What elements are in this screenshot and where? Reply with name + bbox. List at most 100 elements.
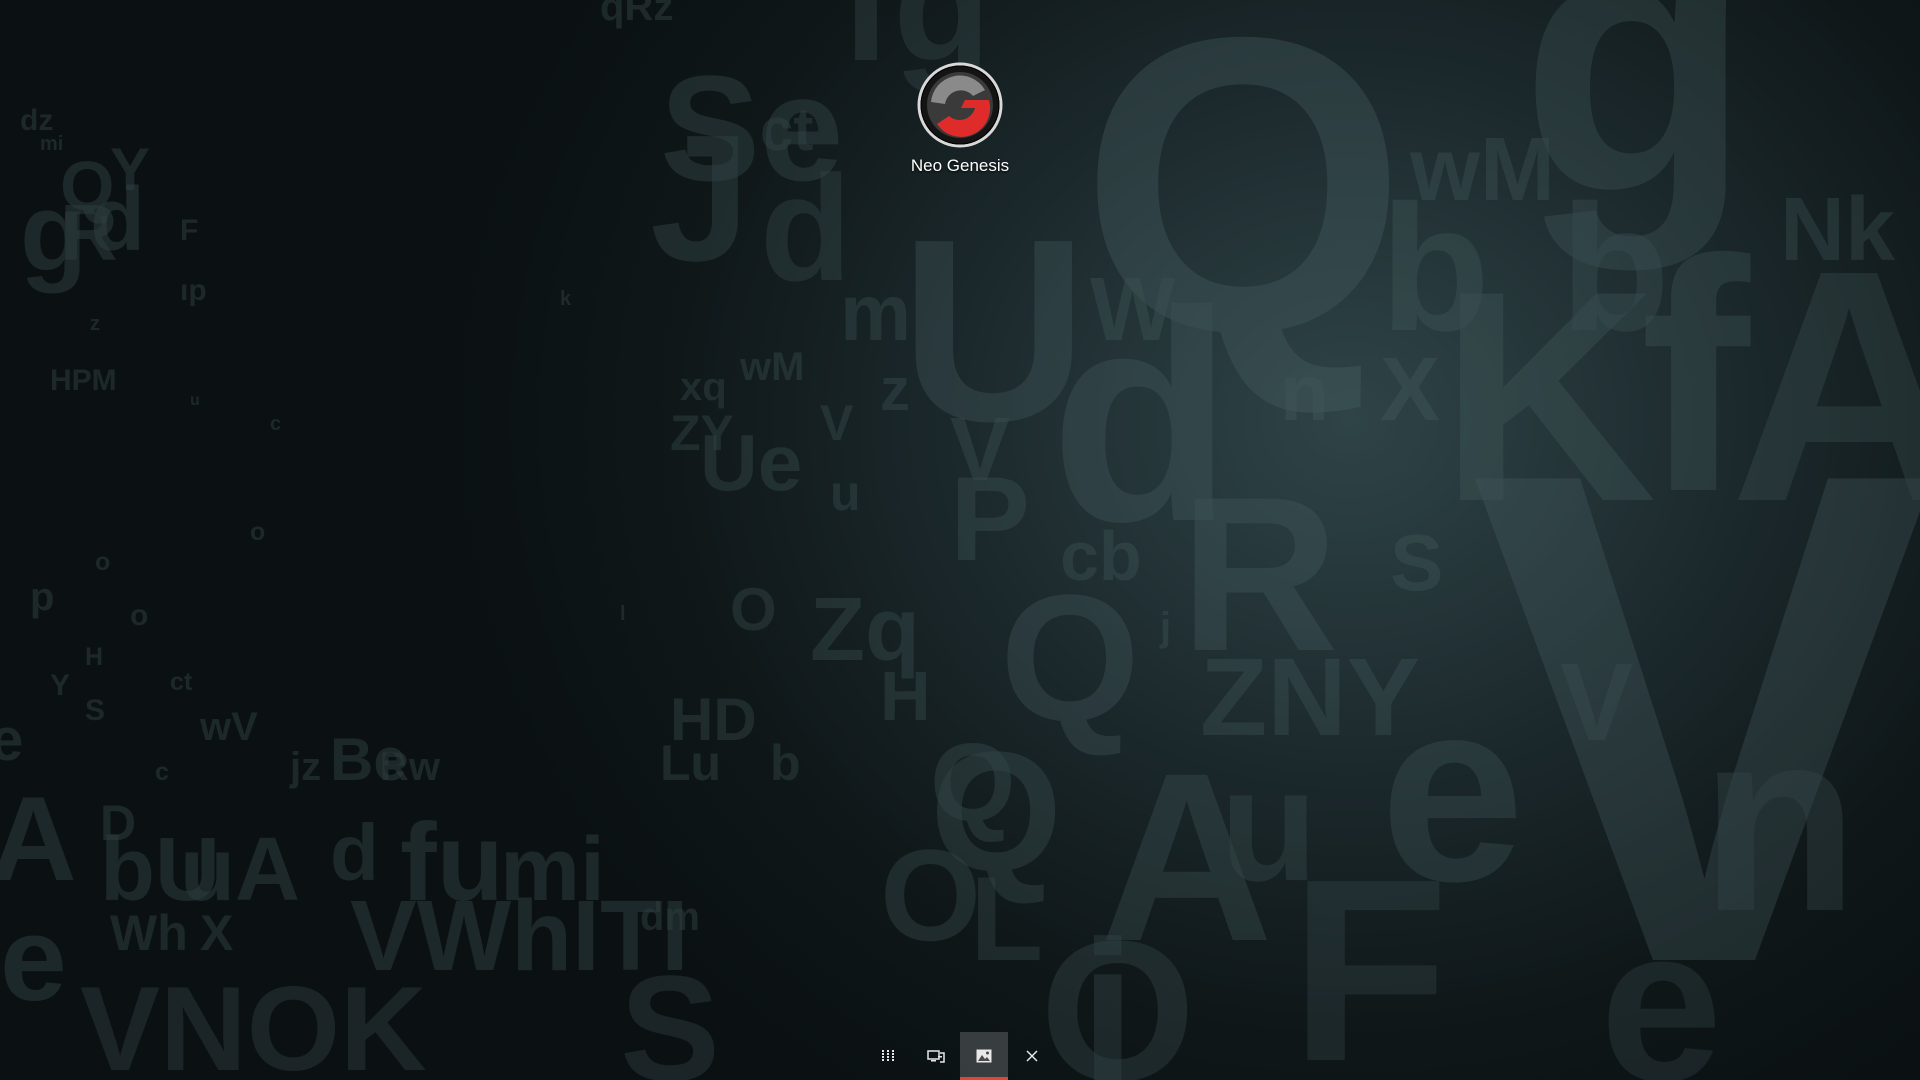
svg-text:P: P: [950, 452, 1030, 586]
svg-text:z: z: [90, 313, 100, 335]
svg-text:V: V: [950, 400, 1010, 500]
svg-text:X: X: [200, 905, 233, 961]
svg-text:b: b: [770, 735, 801, 791]
svg-text:D: D: [100, 795, 136, 851]
svg-text:cb: cb: [1060, 517, 1142, 595]
display-switch-button[interactable]: [912, 1032, 960, 1080]
shortcut-label: Neo Genesis: [910, 156, 1010, 175]
svg-text:c: c: [270, 413, 281, 435]
svg-text:Nk: Nk: [1780, 180, 1896, 280]
svg-text:qRz: qRz: [600, 0, 673, 29]
svg-text:L: L: [970, 852, 1043, 986]
svg-text:b: b: [1380, 168, 1490, 369]
svg-text:U: U: [900, 186, 1088, 476]
svg-text:R: R: [1180, 451, 1339, 697]
svg-text:ZY: ZY: [670, 405, 734, 461]
svg-text:Wh: Wh: [110, 905, 188, 961]
svg-text:g: g: [1520, 0, 1752, 273]
svg-text:l: l: [620, 603, 626, 625]
svg-text:Q: Q: [1000, 558, 1140, 759]
svg-text:o: o: [95, 548, 110, 576]
svg-text:K: K: [1440, 228, 1657, 564]
svg-text:d: d: [90, 170, 145, 270]
svg-text:J: J: [650, 98, 750, 299]
svg-text:Rw: Rw: [380, 745, 441, 789]
svg-text:Y: Y: [50, 669, 70, 702]
svg-text:S: S: [85, 694, 105, 727]
svg-text:H: H: [85, 643, 103, 671]
app-grid-button[interactable]: [864, 1032, 912, 1080]
svg-text:j: j: [1159, 605, 1171, 649]
close-icon: [1026, 1050, 1038, 1062]
svg-text:O: O: [880, 822, 981, 968]
svg-text:d: d: [760, 144, 852, 312]
svg-text:Q: Q: [60, 147, 114, 225]
svg-text:F: F: [180, 214, 198, 247]
svg-text:b: b: [1560, 168, 1670, 369]
image-icon: [976, 1049, 992, 1063]
svg-text:W: W: [1090, 260, 1175, 360]
taskbar: [0, 1032, 1920, 1080]
svg-text:Q: Q: [1080, 0, 1407, 420]
svg-text:uA: uA: [180, 820, 300, 920]
image-viewer-button[interactable]: [960, 1032, 1008, 1080]
svg-text:A: A: [1730, 201, 1920, 570]
svg-text:V: V: [1560, 641, 1633, 764]
svg-text:jz: jz: [289, 745, 321, 789]
svg-text:HD: HD: [670, 686, 757, 753]
svg-text:u: u: [830, 465, 861, 521]
svg-text:u: u: [1220, 735, 1318, 914]
svg-text:c: c: [155, 758, 169, 786]
svg-text:n: n: [1280, 348, 1329, 437]
svg-text:O: O: [730, 576, 777, 643]
svg-text:fu: fu: [400, 801, 504, 924]
svg-text:e: e: [0, 892, 67, 1026]
svg-text:Q: Q: [930, 721, 1016, 844]
svg-text:dz: dz: [20, 104, 53, 137]
neo-genesis-logo-icon: [917, 62, 1003, 148]
svg-text:V: V: [1470, 327, 1920, 1080]
svg-text:wM: wM: [739, 345, 804, 389]
svg-text:VWhITI: VWhITI: [350, 880, 689, 992]
svg-text:wV: wV: [199, 705, 258, 749]
svg-text:k: k: [560, 288, 572, 310]
svg-text:S: S: [1390, 518, 1443, 607]
svg-text:Be: Be: [330, 726, 407, 793]
svg-text:m: m: [840, 268, 911, 357]
app-grid-icon: [882, 1050, 894, 1061]
desktop: V Q g d A f K R e A U Q n b b Nk F e i u…: [0, 0, 1920, 1080]
svg-text:n: n: [1700, 676, 1859, 966]
close-button[interactable]: [1008, 1032, 1056, 1080]
svg-text:xq: xq: [680, 365, 727, 409]
desktop-shortcut-neo-genesis[interactable]: Neo Genesis: [900, 62, 1020, 176]
display-switch-icon: [927, 1050, 945, 1063]
svg-text:bU: bU: [100, 820, 220, 920]
svg-text:z: z: [880, 356, 910, 423]
svg-text:H: H: [880, 657, 931, 735]
svg-text:X: X: [1380, 340, 1440, 440]
svg-text:wM: wM: [1409, 120, 1555, 220]
svg-text:dm: dm: [640, 895, 700, 939]
svg-text:ct: ct: [760, 96, 813, 163]
svg-text:A: A: [0, 772, 77, 906]
svg-text:mi: mi: [40, 133, 63, 155]
svg-text:d: d: [1050, 248, 1233, 584]
svg-text:Y: Y: [110, 136, 150, 203]
svg-text:Se: Se: [660, 44, 843, 212]
svg-text:HPM: HPM: [50, 364, 117, 397]
svg-text:Zq: Zq: [810, 580, 920, 680]
svg-text:ZNY: ZNY: [1200, 636, 1420, 759]
svg-text:p: p: [30, 575, 54, 619]
taskbar-button-group: [864, 1032, 1056, 1080]
svg-text:R: R: [60, 188, 118, 277]
svg-text:o: o: [250, 518, 265, 546]
svg-text:ıp: ıp: [180, 274, 207, 307]
svg-text:f: f: [1640, 191, 1753, 560]
svg-text:o: o: [130, 599, 148, 632]
svg-text:V: V: [820, 395, 854, 451]
svg-text:e: e: [0, 706, 23, 773]
svg-text:d: d: [330, 808, 379, 897]
svg-text:g: g: [20, 171, 87, 294]
svg-text:Lu: Lu: [660, 735, 721, 791]
svg-text:mi: mi: [500, 820, 605, 920]
